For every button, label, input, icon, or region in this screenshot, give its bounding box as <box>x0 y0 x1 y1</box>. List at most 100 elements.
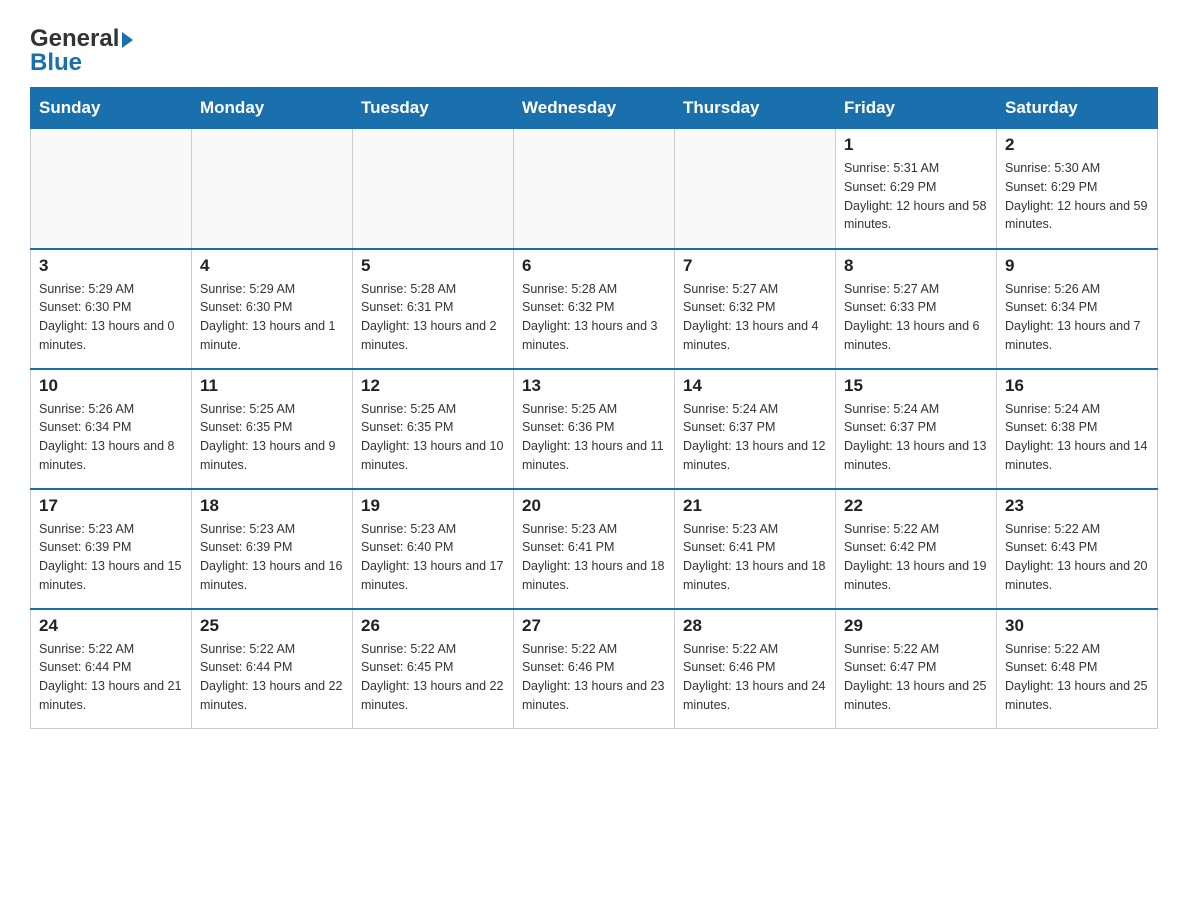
col-friday: Friday <box>836 88 997 129</box>
page-header: General Blue <box>30 20 1158 77</box>
table-row: 15 Sunrise: 5:24 AMSunset: 6:37 PMDayligh… <box>836 369 997 489</box>
col-thursday: Thursday <box>675 88 836 129</box>
day-number: 30 <box>1005 616 1149 636</box>
day-number: 11 <box>200 376 344 396</box>
table-row: 12 Sunrise: 5:25 AMSunset: 6:35 PMDayligh… <box>353 369 514 489</box>
col-wednesday: Wednesday <box>514 88 675 129</box>
day-info: Sunrise: 5:22 AMSunset: 6:43 PMDaylight:… <box>1005 520 1149 595</box>
day-info: Sunrise: 5:25 AMSunset: 6:36 PMDaylight:… <box>522 400 666 475</box>
table-row: 4 Sunrise: 5:29 AMSunset: 6:30 PMDaylight… <box>192 249 353 369</box>
table-row: 1 Sunrise: 5:31 AMSunset: 6:29 PMDaylight… <box>836 129 997 249</box>
table-row: 2 Sunrise: 5:30 AMSunset: 6:29 PMDaylight… <box>997 129 1158 249</box>
day-info: Sunrise: 5:25 AMSunset: 6:35 PMDaylight:… <box>200 400 344 475</box>
day-number: 21 <box>683 496 827 516</box>
table-row: 28 Sunrise: 5:22 AMSunset: 6:46 PMDayligh… <box>675 609 836 729</box>
day-info: Sunrise: 5:29 AMSunset: 6:30 PMDaylight:… <box>200 280 344 355</box>
table-row <box>31 129 192 249</box>
calendar-week-row: 10 Sunrise: 5:26 AMSunset: 6:34 PMDayligh… <box>31 369 1158 489</box>
logo-blue-text: Blue <box>30 49 82 77</box>
calendar-week-row: 1 Sunrise: 5:31 AMSunset: 6:29 PMDaylight… <box>31 129 1158 249</box>
day-info: Sunrise: 5:24 AMSunset: 6:37 PMDaylight:… <box>683 400 827 475</box>
table-row: 21 Sunrise: 5:23 AMSunset: 6:41 PMDayligh… <box>675 489 836 609</box>
day-info: Sunrise: 5:29 AMSunset: 6:30 PMDaylight:… <box>39 280 183 355</box>
col-saturday: Saturday <box>997 88 1158 129</box>
logo: General Blue <box>30 20 133 77</box>
day-info: Sunrise: 5:30 AMSunset: 6:29 PMDaylight:… <box>1005 159 1149 234</box>
calendar-week-row: 24 Sunrise: 5:22 AMSunset: 6:44 PMDayligh… <box>31 609 1158 729</box>
day-info: Sunrise: 5:27 AMSunset: 6:33 PMDaylight:… <box>844 280 988 355</box>
day-number: 24 <box>39 616 183 636</box>
day-info: Sunrise: 5:28 AMSunset: 6:31 PMDaylight:… <box>361 280 505 355</box>
day-info: Sunrise: 5:23 AMSunset: 6:41 PMDaylight:… <box>522 520 666 595</box>
day-info: Sunrise: 5:22 AMSunset: 6:47 PMDaylight:… <box>844 640 988 715</box>
day-info: Sunrise: 5:25 AMSunset: 6:35 PMDaylight:… <box>361 400 505 475</box>
day-number: 3 <box>39 256 183 276</box>
day-number: 12 <box>361 376 505 396</box>
day-info: Sunrise: 5:27 AMSunset: 6:32 PMDaylight:… <box>683 280 827 355</box>
day-info: Sunrise: 5:22 AMSunset: 6:44 PMDaylight:… <box>39 640 183 715</box>
day-info: Sunrise: 5:23 AMSunset: 6:41 PMDaylight:… <box>683 520 827 595</box>
day-number: 6 <box>522 256 666 276</box>
table-row: 27 Sunrise: 5:22 AMSunset: 6:46 PMDayligh… <box>514 609 675 729</box>
day-info: Sunrise: 5:22 AMSunset: 6:42 PMDaylight:… <box>844 520 988 595</box>
logo-eneral: eneral <box>49 25 120 52</box>
day-info: Sunrise: 5:22 AMSunset: 6:46 PMDaylight:… <box>522 640 666 715</box>
day-number: 8 <box>844 256 988 276</box>
day-number: 27 <box>522 616 666 636</box>
table-row <box>192 129 353 249</box>
table-row: 18 Sunrise: 5:23 AMSunset: 6:39 PMDayligh… <box>192 489 353 609</box>
day-info: Sunrise: 5:22 AMSunset: 6:48 PMDaylight:… <box>1005 640 1149 715</box>
table-row <box>514 129 675 249</box>
logo-g-letter: G <box>30 25 49 52</box>
table-row: 10 Sunrise: 5:26 AMSunset: 6:34 PMDayligh… <box>31 369 192 489</box>
day-info: Sunrise: 5:26 AMSunset: 6:34 PMDaylight:… <box>39 400 183 475</box>
table-row: 30 Sunrise: 5:22 AMSunset: 6:48 PMDayligh… <box>997 609 1158 729</box>
day-info: Sunrise: 5:31 AMSunset: 6:29 PMDaylight:… <box>844 159 988 234</box>
table-row: 6Sunrise: 5:28 AMSunset: 6:32 PMDaylight… <box>514 249 675 369</box>
table-row <box>353 129 514 249</box>
col-tuesday: Tuesday <box>353 88 514 129</box>
logo-triangle-icon <box>122 32 133 48</box>
day-info: Sunrise: 5:23 AMSunset: 6:39 PMDaylight:… <box>200 520 344 595</box>
day-number: 10 <box>39 376 183 396</box>
day-number: 7 <box>683 256 827 276</box>
day-number: 14 <box>683 376 827 396</box>
logo-general: General <box>30 25 133 52</box>
table-row: 25Sunrise: 5:22 AMSunset: 6:44 PMDayligh… <box>192 609 353 729</box>
day-number: 2 <box>1005 135 1149 155</box>
table-row: 11 Sunrise: 5:25 AMSunset: 6:35 PMDayligh… <box>192 369 353 489</box>
day-number: 1 <box>844 135 988 155</box>
day-info: Sunrise: 5:23 AMSunset: 6:39 PMDaylight:… <box>39 520 183 595</box>
day-number: 22 <box>844 496 988 516</box>
day-number: 17 <box>39 496 183 516</box>
table-row: 9 Sunrise: 5:26 AMSunset: 6:34 PMDaylight… <box>997 249 1158 369</box>
col-sunday: Sunday <box>31 88 192 129</box>
day-number: 18 <box>200 496 344 516</box>
day-number: 15 <box>844 376 988 396</box>
table-row: 8 Sunrise: 5:27 AMSunset: 6:33 PMDaylight… <box>836 249 997 369</box>
day-info: Sunrise: 5:24 AMSunset: 6:37 PMDaylight:… <box>844 400 988 475</box>
day-info: Sunrise: 5:24 AMSunset: 6:38 PMDaylight:… <box>1005 400 1149 475</box>
day-number: 4 <box>200 256 344 276</box>
day-number: 28 <box>683 616 827 636</box>
table-row: 26 Sunrise: 5:22 AMSunset: 6:45 PMDayligh… <box>353 609 514 729</box>
day-number: 9 <box>1005 256 1149 276</box>
calendar-table: Sunday Monday Tuesday Wednesday Thursday… <box>30 87 1158 729</box>
day-number: 29 <box>844 616 988 636</box>
day-info: Sunrise: 5:22 AMSunset: 6:45 PMDaylight:… <box>361 640 505 715</box>
table-row: 5Sunrise: 5:28 AMSunset: 6:31 PMDaylight… <box>353 249 514 369</box>
table-row: 23Sunrise: 5:22 AMSunset: 6:43 PMDayligh… <box>997 489 1158 609</box>
table-row: 16 Sunrise: 5:24 AMSunset: 6:38 PMDayligh… <box>997 369 1158 489</box>
table-row <box>675 129 836 249</box>
table-row: 14 Sunrise: 5:24 AMSunset: 6:37 PMDayligh… <box>675 369 836 489</box>
calendar-week-row: 3 Sunrise: 5:29 AMSunset: 6:30 PMDaylight… <box>31 249 1158 369</box>
day-info: Sunrise: 5:22 AMSunset: 6:46 PMDaylight:… <box>683 640 827 715</box>
table-row: 22 Sunrise: 5:22 AMSunset: 6:42 PMDayligh… <box>836 489 997 609</box>
day-number: 20 <box>522 496 666 516</box>
table-row: 24 Sunrise: 5:22 AMSunset: 6:44 PMDayligh… <box>31 609 192 729</box>
day-number: 26 <box>361 616 505 636</box>
table-row: 20 Sunrise: 5:23 AMSunset: 6:41 PMDayligh… <box>514 489 675 609</box>
day-number: 16 <box>1005 376 1149 396</box>
day-number: 19 <box>361 496 505 516</box>
day-info: Sunrise: 5:26 AMSunset: 6:34 PMDaylight:… <box>1005 280 1149 355</box>
